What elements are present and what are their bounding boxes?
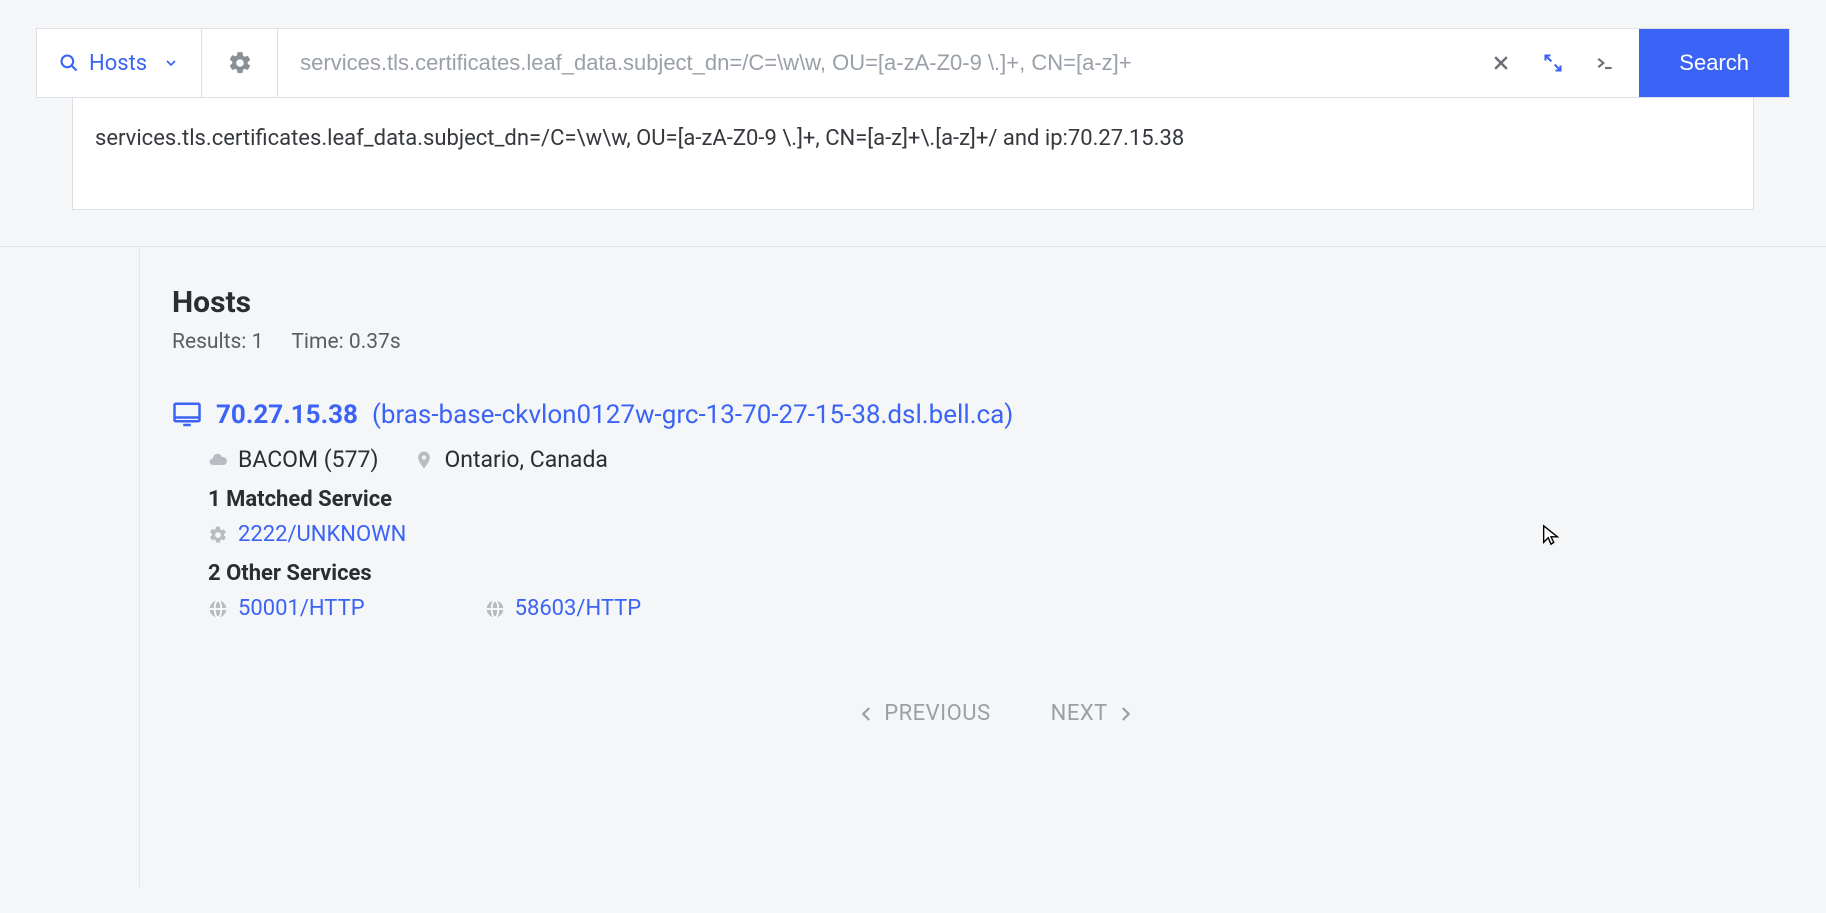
service-label: 58603/HTTP [515,596,642,621]
page-title: Hosts [172,285,1820,320]
globe-icon [208,599,228,619]
globe-icon [485,599,505,619]
terminal-icon [1595,53,1615,73]
expanded-query-box[interactable]: services.tls.certificates.leaf_data.subj… [72,98,1754,210]
chevron-down-icon [163,55,179,71]
previous-page-button[interactable]: PREVIOUS [858,701,990,726]
cloud-icon [208,450,228,470]
host-isp-text: BACOM (577) [238,446,378,473]
search-scope-label: Hosts [89,51,147,76]
other-services-row: 50001/HTTP 58603/HTTP [208,596,1820,621]
matched-services-label: 1 Matched Service [208,487,1820,512]
next-label: NEXT [1051,701,1108,726]
results-panel: Hosts Results: 1 Time: 0.37s 70.27.15.38… [140,247,1820,887]
host-body: BACOM (577) Ontario, Canada 1 Matched Se… [172,446,1820,621]
previous-label: PREVIOUS [884,701,990,726]
service-link[interactable]: 58603/HTTP [485,596,642,621]
matched-services-row: 2222/UNKNOWN [208,522,1820,547]
pagination: PREVIOUS NEXT [172,701,1820,766]
content-area: Hosts Results: 1 Time: 0.37s 70.27.15.38… [0,247,1826,887]
search-scope-dropdown[interactable]: Hosts [37,29,202,97]
search-bar: Hosts Search [36,28,1790,98]
service-link[interactable]: 2222/UNKNOWN [208,522,406,547]
search-input-container [278,29,1639,97]
search-button[interactable]: Search [1639,29,1789,97]
host-isp: BACOM (577) [208,446,378,473]
left-sidebar [0,247,140,887]
collapse-search-button[interactable] [1543,53,1563,73]
service-link[interactable]: 50001/HTTP [208,596,365,621]
host-hostname-link[interactable]: (bras-base-ckvlon0127w-grc-13-70-27-15-3… [372,400,1013,430]
monitor-icon [172,400,202,430]
location-pin-icon [414,450,434,470]
raw-query-button[interactable] [1595,53,1615,73]
host-location: Ontario, Canada [414,446,607,473]
host-meta-row: BACOM (577) Ontario, Canada [208,446,1820,473]
other-services-label: 2 Other Services [208,561,1820,586]
host-ip-link[interactable]: 70.27.15.38 [216,400,358,430]
gear-icon [227,50,253,76]
chevron-left-icon [858,705,876,723]
host-result: 70.27.15.38 (bras-base-ckvlon0127w-grc-1… [172,400,1820,621]
close-icon [1491,53,1511,73]
results-stats: Results: 1 Time: 0.37s [172,330,1820,354]
clear-search-button[interactable] [1491,53,1511,73]
host-header: 70.27.15.38 (bras-base-ckvlon0127w-grc-1… [172,400,1820,430]
search-input-actions [1467,53,1639,73]
next-page-button[interactable]: NEXT [1051,701,1134,726]
gear-icon [208,525,228,545]
search-area: Hosts Search services.t [0,0,1826,210]
results-time: Time: 0.37s [291,330,400,354]
search-input[interactable] [278,29,1467,97]
expanded-query-text: services.tls.certificates.leaf_data.subj… [95,126,1184,151]
collapse-icon [1543,53,1563,73]
service-label: 50001/HTTP [238,596,365,621]
search-button-label: Search [1679,50,1749,75]
host-location-text: Ontario, Canada [444,446,607,473]
results-count: Results: 1 [172,330,263,354]
search-settings-button[interactable] [202,29,278,97]
service-label: 2222/UNKNOWN [238,522,406,547]
chevron-right-icon [1116,705,1134,723]
search-icon [59,53,79,73]
